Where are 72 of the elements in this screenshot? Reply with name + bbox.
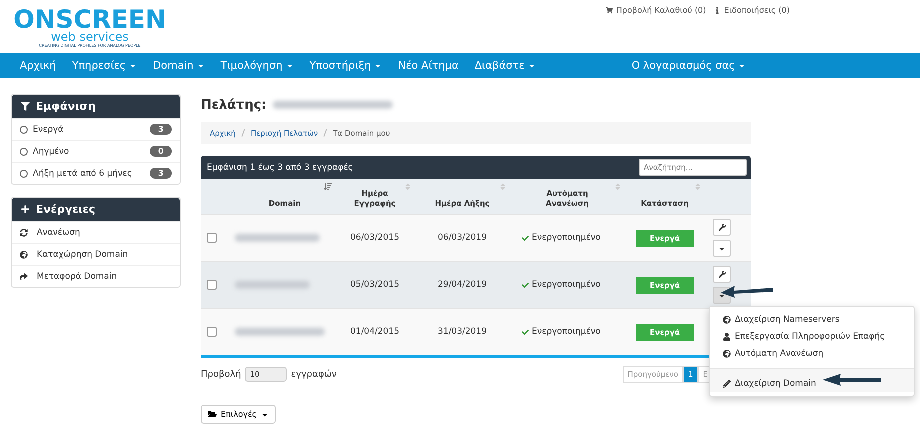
header-link[interactable]: Προβολή Καλαθιού (0) bbox=[606, 6, 706, 15]
nav-item[interactable]: Υπηρεσίες bbox=[64, 60, 146, 72]
wrench-button[interactable] bbox=[713, 219, 731, 236]
nav-item[interactable]: Διαβάστε bbox=[466, 60, 544, 72]
options-button[interactable]: Επιλογές bbox=[201, 405, 276, 424]
auto-renew-text: Ενεργοποιημένο bbox=[532, 280, 601, 290]
share-arrow-icon bbox=[20, 272, 28, 280]
check-icon bbox=[522, 282, 529, 288]
check-icon bbox=[522, 234, 529, 242]
nav-item[interactable]: Υποστήριξη bbox=[302, 60, 390, 72]
filter-icon bbox=[21, 102, 30, 111]
radio[interactable] bbox=[20, 148, 28, 156]
wrench-icon bbox=[718, 271, 726, 278]
count-badge: 3 bbox=[150, 168, 172, 179]
annotation-arrow bbox=[721, 284, 773, 298]
cart-icon bbox=[606, 7, 614, 14]
action-item[interactable]: Μεταφορά Domain bbox=[12, 265, 180, 287]
menu-item[interactable]: Αυτόματη Ανανέωση bbox=[710, 345, 914, 362]
table-cell-text: 06/03/2019 bbox=[437, 233, 488, 243]
show-label: Προβολή bbox=[201, 370, 242, 380]
nav-item[interactable]: Νέο Αίτημα bbox=[390, 60, 467, 72]
account-menu[interactable]: Ο λογαριασμός σας bbox=[624, 60, 754, 72]
checkbox[interactable] bbox=[207, 280, 217, 290]
action-item[interactable]: Καταχώρηση Domain bbox=[12, 243, 180, 265]
count-badge: 3 bbox=[150, 124, 172, 135]
radio[interactable] bbox=[20, 170, 28, 178]
refresh-icon bbox=[20, 228, 28, 236]
globe-icon bbox=[723, 316, 731, 324]
header-link[interactable]: Ειδοποιήσεις (0) bbox=[714, 6, 790, 15]
check-icon bbox=[522, 328, 529, 336]
plus-icon bbox=[21, 205, 30, 214]
logo-subtitle: web services bbox=[51, 32, 129, 43]
info-icon bbox=[714, 7, 722, 14]
table-cell-text: 05/03/2015 bbox=[350, 280, 400, 290]
panel-title: Ενέργειες bbox=[36, 203, 96, 216]
action-item[interactable]: Ανανέωση bbox=[12, 221, 180, 243]
checkbox[interactable] bbox=[207, 233, 217, 243]
radio[interactable] bbox=[20, 126, 28, 134]
count-badge: 0 bbox=[150, 146, 172, 157]
table-cell-text: 06/03/2015 bbox=[350, 233, 400, 243]
nav-item[interactable]: Domain bbox=[145, 60, 213, 72]
table-info: Εμφάνιση 1 έως 3 από 3 εγγραφές bbox=[207, 162, 354, 172]
filter-item[interactable]: Λήξη μετά από 6 μήνες 3 bbox=[12, 162, 180, 184]
filter-item[interactable]: Ενεργά 3 bbox=[12, 118, 180, 140]
folder-icon bbox=[208, 410, 217, 419]
pencil-icon bbox=[723, 380, 731, 388]
table-cell-text: 31/03/2019 bbox=[437, 327, 488, 337]
user-icon bbox=[723, 332, 731, 340]
filter-label: Ληγμένο bbox=[33, 146, 70, 156]
nav-item[interactable]: Αρχική bbox=[12, 60, 64, 72]
records-label: εγγραφών bbox=[291, 370, 337, 380]
caret-button[interactable] bbox=[713, 240, 731, 257]
filter-label: Λήξη μετά από 6 μήνες bbox=[33, 168, 132, 178]
wrench-icon bbox=[718, 224, 726, 231]
page-title: Πελάτης: bbox=[201, 98, 267, 112]
filter-item[interactable]: Ληγμένο 0 bbox=[12, 140, 180, 162]
panel-title: Εμφάνιση bbox=[36, 100, 96, 113]
menu-item[interactable]: Επεξεργασία Πληροφοριών Επαφής bbox=[710, 328, 914, 345]
table-cell-text: 01/04/2015 bbox=[350, 327, 400, 337]
auto-renew-text: Ενεργοποιημένο bbox=[532, 327, 601, 337]
table-cell-text: 29/04/2019 bbox=[437, 280, 488, 290]
menu-item[interactable]: Διαχείριση Domain bbox=[710, 368, 914, 392]
logo-title: ONSCREEN bbox=[14, 8, 166, 32]
menu-item[interactable]: Διαχείριση Nameservers bbox=[710, 311, 914, 328]
checkbox[interactable] bbox=[207, 327, 217, 337]
wrench-button[interactable] bbox=[713, 266, 731, 283]
globe-icon bbox=[723, 350, 731, 358]
annotation-arrow bbox=[823, 374, 881, 386]
nav-item[interactable]: Τιμολόγηση bbox=[212, 60, 302, 72]
globe-icon bbox=[20, 250, 28, 258]
auto-renew-text: Ενεργοποιημένο bbox=[532, 233, 601, 243]
filter-label: Ενεργά bbox=[33, 124, 64, 134]
